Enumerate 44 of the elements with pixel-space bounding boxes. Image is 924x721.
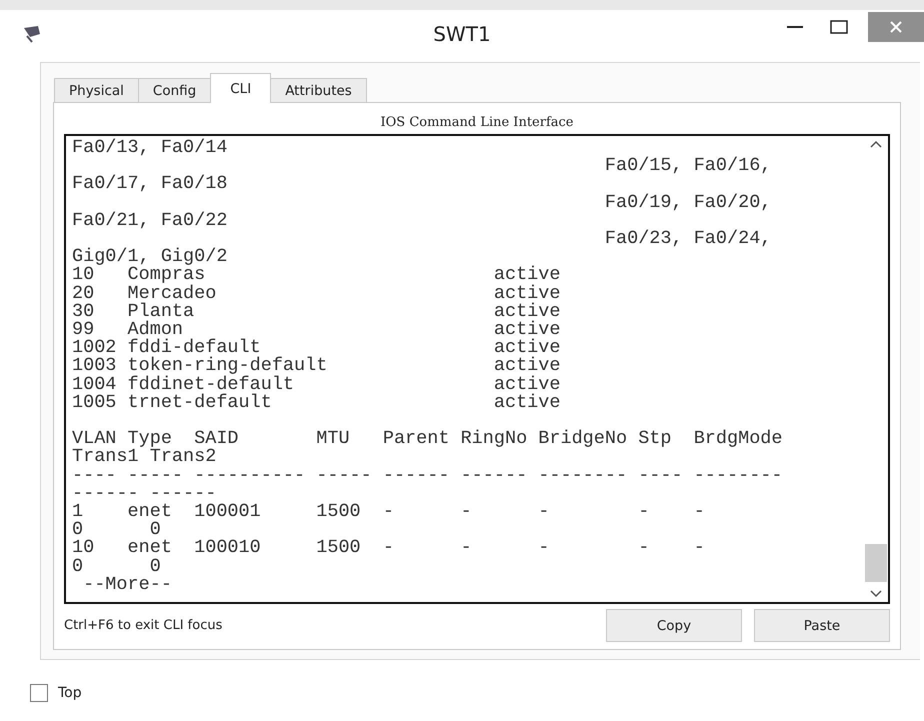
- maximize-icon: [830, 19, 848, 35]
- terminal-line: VLAN Type SAID MTU Parent RingNo BridgeNo Stp BrdgMode: [72, 430, 783, 448]
- minimize-icon: [786, 26, 804, 28]
- scrollbar-thumb[interactable]: [865, 544, 887, 582]
- terminal-line: 10 enet 100010 1500 - - - - -: [72, 539, 705, 558]
- terminal-line: 1002 fddi-default active: [72, 339, 560, 358]
- terminal-line: 20 Mercadeo active: [72, 284, 560, 303]
- terminal-line: Gig0/1, Gig0/2: [72, 248, 228, 266]
- cli-heading: IOS Command Line Interface: [379, 115, 574, 130]
- terminal-line: 0 0: [72, 521, 161, 540]
- top-checkbox[interactable]: [30, 684, 48, 702]
- terminal-line: Fa0/23, Fa0/24,: [604, 230, 772, 248]
- tab[interactable]: Physical: [54, 78, 139, 103]
- tab[interactable]: Attributes: [270, 78, 367, 103]
- close-button[interactable]: [868, 12, 924, 42]
- tab[interactable]: CLI: [210, 73, 272, 103]
- terminal[interactable]: [64, 134, 890, 604]
- terminal-line: 30 Planta active: [72, 302, 560, 322]
- scroll-up-icon[interactable]: [870, 140, 882, 148]
- terminal-line: Fa0/19, Fa0/20,: [604, 194, 772, 212]
- terminal-line: ---- ----- ---------- ----- ------ ------ -------- ---- --------: [72, 466, 783, 485]
- terminal-line: 1003 token-ring-default active: [72, 357, 560, 376]
- window-title: SWT1: [433, 22, 491, 46]
- terminal-line: --More--: [82, 576, 172, 594]
- terminal-line: Fa0/15, Fa0/16,: [604, 157, 772, 176]
- terminal-line: 1005 trnet-default active: [72, 394, 560, 412]
- tab[interactable]: Config: [138, 78, 212, 103]
- close-icon: [890, 21, 902, 33]
- terminal-line: 10 Compras active: [72, 266, 560, 285]
- terminal-line: 1 enet 100001 1500 - - - - -: [72, 503, 705, 522]
- paste-button[interactable]: Paste: [754, 609, 890, 642]
- terminal-line: ------ ------: [72, 484, 216, 504]
- scroll-down-icon[interactable]: [870, 590, 882, 598]
- terminal-line: 1004 fddinet-default active: [72, 376, 560, 394]
- terminal-line: 99 Admon active: [72, 321, 560, 340]
- terminal-line: Fa0/13, Fa0/14: [72, 139, 228, 158]
- terminal-line: 0 0: [72, 558, 161, 576]
- app-icon: [22, 24, 42, 44]
- focus-hint: Ctrl+F6 to exit CLI focus: [64, 618, 222, 633]
- terminal-line: Fa0/17, Fa0/18: [72, 175, 228, 194]
- copy-button[interactable]: Copy: [606, 609, 742, 642]
- terminal-line: Trans1 Trans2: [72, 448, 216, 467]
- checkbox-label: Top: [58, 685, 82, 701]
- terminal-line: Fa0/21, Fa0/22: [72, 212, 228, 230]
